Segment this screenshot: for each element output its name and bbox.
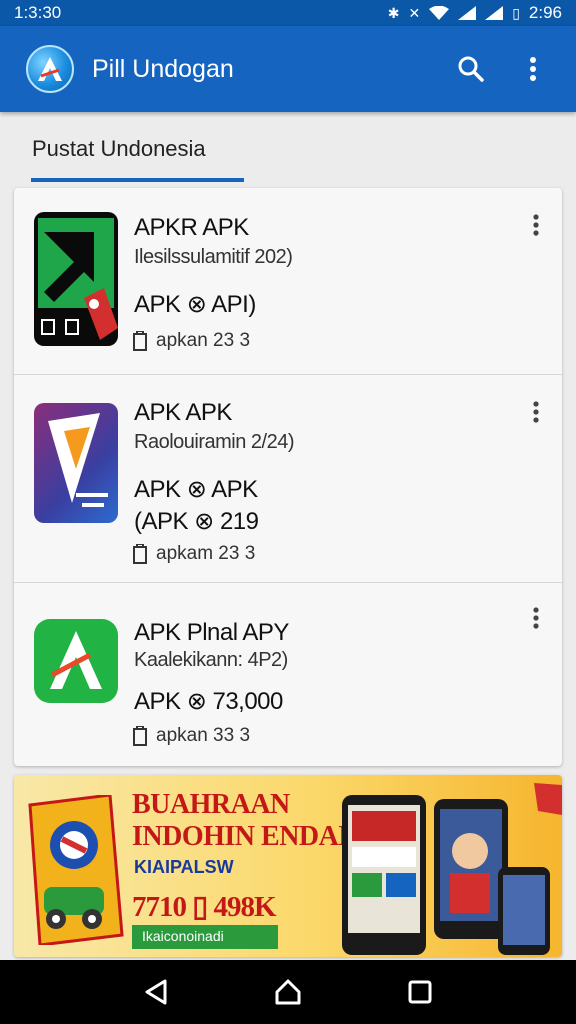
wifi-icon	[429, 6, 450, 20]
item-more-button[interactable]	[524, 210, 548, 240]
phones-graphic-icon	[342, 783, 562, 955]
app-meta-text: APK ⊗ API)	[134, 291, 256, 318]
app-bar: Pill Undogan	[0, 26, 576, 112]
app-size: apkan 33 3	[132, 725, 250, 747]
download-icon	[133, 726, 147, 746]
app-meta-text: APK ⊗ 73,000	[134, 688, 283, 715]
status-clock: 2:96	[528, 3, 562, 22]
app-icon	[34, 403, 118, 523]
banner-subline: KIAIPALSW	[134, 857, 234, 877]
search-icon	[458, 56, 484, 82]
list-item[interactable]: APK APK Raolouiramin 2/24) APK ⊗ APK (AP…	[14, 374, 562, 582]
app-meta: APK ⊗ APK	[134, 475, 258, 504]
status-bar: 1:3:30 ✱ ✕ ▯ 2:96	[0, 0, 576, 26]
app-subtitle: Raolouiramin 2/24)	[134, 431, 294, 453]
app-meta: APK ⊗ API)	[134, 290, 256, 319]
tab-strip: Pustat Undonesia	[0, 112, 576, 186]
banner-tag: Ikaiconoinadi	[132, 925, 278, 949]
item-more-button[interactable]	[524, 603, 548, 633]
mute-icon: ✕	[408, 4, 421, 21]
app-name: APKR APK	[134, 214, 249, 241]
more-vert-icon	[533, 607, 539, 629]
app-name: APK APK	[134, 399, 232, 426]
more-vert-icon	[533, 401, 539, 423]
app-meta: (APK ⊗ 219	[134, 507, 259, 536]
more-vert-icon	[533, 214, 539, 236]
app-subtitle: Ilesilssulamitif 202)	[134, 246, 293, 268]
recents-icon	[408, 980, 432, 1004]
item-more-button[interactable]	[524, 397, 548, 427]
app-size: apkam 23 3	[132, 543, 255, 565]
overflow-menu-button[interactable]	[510, 46, 556, 92]
promo-banner[interactable]: BUAHRAAN INDOHIN ENDAN KIAIPALSW 7710 ▯ …	[14, 775, 562, 957]
app-size-text: apkan 23 3	[156, 330, 251, 351]
app-meta: APK ⊗ 73,000	[134, 687, 283, 716]
app-size: apkan 23 3	[132, 330, 250, 352]
more-vert-icon	[530, 57, 536, 81]
download-icon	[133, 331, 147, 351]
app-size-text: apkan 33 3	[156, 725, 251, 746]
app-icon	[34, 619, 118, 703]
banner-price: 7710 ▯ 498K	[132, 891, 277, 923]
status-time: 1:3:30	[14, 3, 62, 22]
system-nav-bar	[0, 960, 576, 1024]
app-list-card: APKR APK Ilesilssulamitif 202) APK ⊗ API…	[14, 188, 562, 766]
back-button[interactable]	[132, 968, 180, 1016]
app-logo-icon	[26, 45, 74, 93]
home-icon	[275, 979, 301, 1005]
download-icon	[133, 544, 147, 564]
home-button[interactable]	[264, 968, 312, 1016]
bluetooth-icon: ✱	[387, 4, 400, 21]
banner-headline-2: INDOHIN ENDAN	[132, 821, 359, 852]
list-item[interactable]: APK Plnal APY Kaalekikann: 4P2) APK ⊗ 73…	[14, 582, 562, 766]
status-icons: ✱ ✕ ▯ 2:96	[388, 3, 562, 23]
tab-indicator	[31, 178, 244, 182]
promo-graphic-icon	[28, 795, 124, 945]
app-subtitle: Kaalekikann: 4P2)	[134, 649, 288, 671]
app-meta-text: APK ⊗ APK	[134, 476, 258, 503]
battery-icon: ▯	[512, 4, 520, 21]
app-size-text: apkam 23 3	[156, 543, 256, 564]
signal2-icon	[485, 6, 504, 20]
list-item[interactable]: APKR APK Ilesilssulamitif 202) APK ⊗ API…	[14, 188, 562, 374]
app-meta-text: (APK ⊗ 219	[134, 508, 259, 535]
tab-pustat-undonesia[interactable]: Pustat Undonesia	[32, 136, 206, 162]
search-button[interactable]	[448, 46, 494, 92]
app-title: Pill Undogan	[92, 54, 234, 83]
recents-button[interactable]	[396, 968, 444, 1016]
signal-icon	[458, 6, 477, 20]
app-name: APK Plnal APY	[134, 619, 289, 646]
banner-headline: BUAHRAAN	[132, 789, 290, 820]
app-icon	[34, 212, 118, 346]
back-icon	[145, 979, 167, 1005]
